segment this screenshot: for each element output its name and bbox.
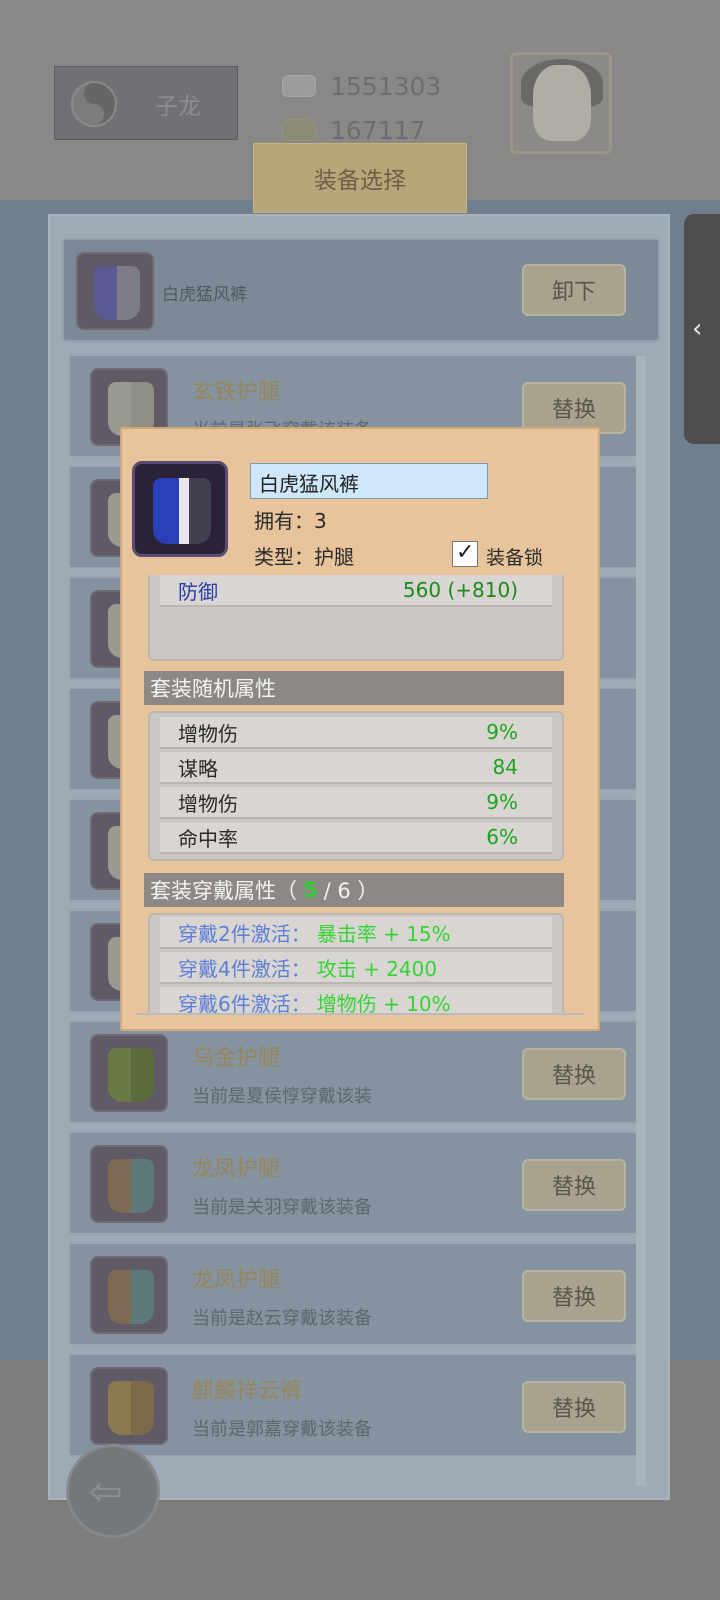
equipped-item-name: 白虎猛风裤 — [162, 285, 247, 305]
stat-value: 9% — [486, 720, 518, 744]
set-bonus-title: 套装穿戴属性（ — [150, 879, 297, 903]
side-drawer-handle[interactable]: ‹ — [684, 214, 720, 444]
back-button[interactable]: ⇦ — [66, 1444, 160, 1538]
unequip-button[interactable]: 卸下 — [522, 264, 626, 316]
checkmark-icon: ✓ — [456, 540, 475, 565]
item-name: 乌金护腿 — [192, 1046, 281, 1071]
set-bonus-condition: 穿戴6件激活： — [178, 991, 311, 1015]
set-bonus-effect: 增物伤 + 10% — [316, 991, 451, 1015]
silver-row: 1551303 — [282, 68, 441, 104]
stat-value: 84 — [492, 755, 518, 779]
set-bonus-row: 穿戴4件激活： 攻击 + 2400 — [160, 952, 552, 984]
leg-armor-tiger-icon — [94, 266, 140, 320]
yinyang-icon — [71, 81, 117, 127]
equip-lock-checkbox[interactable]: ✓ — [452, 540, 478, 567]
replace-button[interactable]: 替换 — [522, 1159, 626, 1211]
list-item[interactable]: 龙凤护腿 当前是关羽穿戴该装备 替换 — [68, 1131, 642, 1235]
set-bonus-box: 穿戴2件激活： 暴击率 + 15% 穿戴4件激活： 攻击 + 2400 穿戴6件… — [148, 913, 564, 1015]
gold-ingot-icon — [282, 119, 316, 141]
portrait-face — [533, 65, 591, 141]
list-item[interactable]: 龙凤护腿 当前是赵云穿戴该装备 替换 — [68, 1242, 642, 1346]
back-arrow-icon: ⇦ — [89, 1469, 123, 1515]
leg-armor-dragon-icon — [90, 1256, 168, 1334]
item-name: 玄铁护腿 — [192, 380, 281, 405]
leg-armor-dragon-icon — [90, 1145, 168, 1223]
replace-button[interactable]: 替换 — [522, 1048, 626, 1100]
stat-name: 命中率 — [178, 826, 238, 851]
set-bonus-row: 穿戴2件激活： 暴击率 + 15% — [160, 917, 552, 949]
stat-row: 增物伤 9% — [160, 717, 552, 749]
chevron-left-icon: ‹ — [692, 314, 703, 344]
equip-lock-label: 装备锁 — [486, 547, 544, 569]
leg-armor-green-icon — [90, 1034, 168, 1112]
equipped-item-icon — [76, 252, 154, 330]
equipped-item-row: 白虎猛风裤 卸下 — [62, 238, 660, 342]
leg-armor-qilin-icon — [90, 1367, 168, 1445]
stat-row: 谋略 84 — [160, 752, 552, 784]
set-bonus-condition: 穿戴4件激活： — [178, 956, 311, 981]
set-total-count: / 6 ） — [323, 879, 379, 903]
item-detail-popup: 白虎猛风裤 拥有：3 类型：护腿 ✓ 装备锁 防御 560 (+810) 套装随… — [120, 427, 600, 1031]
random-attrs-box: 增物伤 9% 谋略 84 增物伤 9% 命中率 6% — [148, 711, 564, 861]
stat-value: 6% — [486, 825, 518, 849]
set-bonus-row: 穿戴6件激活： 增物伤 + 10% — [160, 987, 552, 1015]
item-owner: 当前是关羽穿戴该装备 — [192, 1197, 372, 1218]
silver-icon — [282, 75, 316, 97]
stat-row: 命中率 6% — [160, 822, 552, 854]
hero-portrait[interactable] — [510, 52, 612, 154]
set-bonus-condition: 穿戴2件激活： — [178, 921, 311, 946]
random-attrs-header: 套装随机属性 — [144, 671, 564, 705]
item-name: 麒麟祥云裤 — [192, 1379, 303, 1404]
owned-count: 拥有：3 — [254, 509, 327, 533]
list-scrollbar[interactable] — [636, 356, 646, 1486]
popup-stats-scroll[interactable]: 防御 560 (+810) 套装随机属性 增物伤 9% 谋略 84 增物伤 9%… — [136, 575, 584, 1015]
stat-name: 增物伤 — [178, 721, 238, 746]
list-item[interactable]: 麒麟祥云裤 当前是郭嘉穿戴该装备 替换 — [68, 1353, 642, 1457]
player-name: 子龙 — [155, 94, 201, 120]
set-equipped-count: 5 — [303, 878, 318, 902]
item-name: 龙凤护腿 — [192, 1157, 281, 1182]
stat-row: 防御 560 (+810) — [160, 575, 552, 607]
item-name: 龙凤护腿 — [192, 1268, 281, 1293]
stat-name: 防御 — [178, 579, 218, 604]
set-bonus-header: 套装穿戴属性（ 5 / 6 ） — [144, 873, 564, 907]
equipment-select-tab: 装备选择 — [253, 143, 467, 213]
silver-value: 1551303 — [330, 71, 442, 101]
stat-value: 560 (+810) — [402, 578, 518, 602]
stat-name: 增物伤 — [178, 791, 238, 816]
stat-name: 谋略 — [178, 756, 218, 781]
item-type: 类型：护腿 — [254, 545, 354, 569]
replace-button[interactable]: 替换 — [522, 1270, 626, 1322]
item-owner: 当前是赵云穿戴该装备 — [192, 1308, 372, 1329]
item-owner: 当前是郭嘉穿戴该装备 — [192, 1419, 372, 1440]
replace-button[interactable]: 替换 — [522, 1381, 626, 1433]
player-name-box[interactable]: 子龙 — [54, 66, 238, 140]
stat-value: 9% — [486, 790, 518, 814]
item-owner: 当前是夏侯惇穿戴该装 — [192, 1086, 372, 1107]
set-bonus-effect: 暴击率 + 15% — [316, 921, 451, 946]
stat-row: 增物伤 9% — [160, 787, 552, 819]
popup-item-icon — [132, 461, 228, 557]
popup-item-name: 白虎猛风裤 — [250, 463, 488, 499]
list-item[interactable]: 乌金护腿 当前是夏侯惇穿戴该装 替换 — [68, 1020, 642, 1124]
base-stats-box: 防御 560 (+810) — [148, 575, 564, 661]
set-bonus-effect: 攻击 + 2400 — [316, 956, 438, 981]
gold-value: 167117 — [330, 115, 426, 145]
leg-armor-tiger-icon — [153, 478, 211, 544]
